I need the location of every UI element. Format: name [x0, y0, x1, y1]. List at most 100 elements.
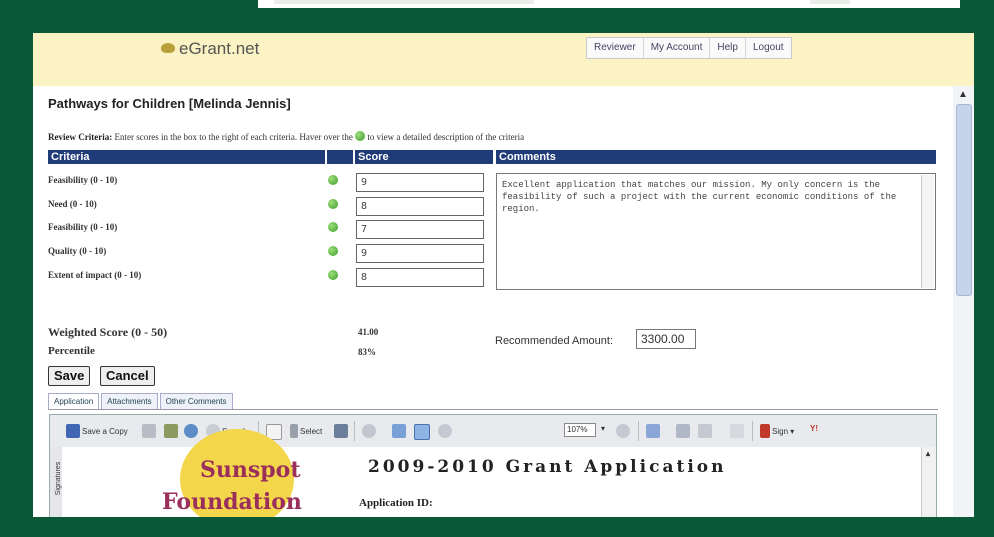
snapshot-icon[interactable]: [334, 424, 348, 438]
forms-icon[interactable]: [730, 424, 744, 438]
percentile-label: Percentile: [48, 345, 95, 357]
select-label: Select: [300, 427, 323, 436]
doc-application-id: Application ID:: [359, 497, 433, 509]
save-button[interactable]: Save: [48, 366, 91, 386]
egrant-logo-icon: [161, 43, 175, 53]
criteria-row: Extent of impact (0 - 10) 8: [48, 268, 488, 292]
fit-page-icon[interactable]: [392, 424, 406, 438]
score-input[interactable]: 9: [356, 173, 484, 192]
tab-bar: Application Attachments Other Comments: [48, 393, 235, 410]
logo-text: eGrant.net: [179, 39, 260, 58]
toolbar-separator: [638, 421, 639, 441]
top-strip-block: [274, 0, 534, 4]
sign-label: Sign: [772, 427, 789, 436]
email-icon[interactable]: [164, 424, 178, 438]
criteria-row: Feasibility (0 - 10) 9: [48, 173, 488, 197]
score-input[interactable]: 7: [356, 220, 484, 239]
save-copy-button[interactable]: Save a Copy: [66, 424, 128, 438]
cancel-button[interactable]: Cancel: [100, 366, 155, 386]
comment-icon[interactable]: [676, 424, 690, 438]
tab-attachments[interactable]: Attachments: [101, 393, 158, 410]
sign-button[interactable]: Sign ▾: [760, 424, 794, 438]
criteria-label: Feasibility (0 - 10): [48, 175, 118, 185]
instructions-label: Review Criteria:: [48, 132, 113, 142]
tab-other-comments[interactable]: Other Comments: [159, 393, 233, 410]
top-strip-block-2: [810, 0, 850, 4]
weighted-score-value: 41.00: [358, 327, 379, 337]
nav-help[interactable]: Help: [710, 38, 746, 58]
floppy-icon: [66, 424, 80, 438]
criteria-label: Feasibility (0 - 10): [48, 222, 118, 232]
nav-my-account[interactable]: My Account: [644, 38, 711, 58]
criteria-row: Quality (0 - 10) 9: [48, 244, 488, 268]
comments-scrollbar[interactable]: [921, 175, 934, 288]
zoom-out-icon[interactable]: [438, 424, 452, 438]
tab-application[interactable]: Application: [48, 393, 100, 410]
scroll-up-arrow-icon[interactable]: ▲: [958, 89, 968, 100]
criteria-info-icon[interactable]: [328, 175, 338, 185]
info-dot-icon: [355, 131, 366, 141]
comments-text: Excellent application that matches our m…: [502, 180, 897, 214]
pages-icon[interactable]: [646, 424, 660, 438]
print-icon[interactable]: [142, 424, 156, 438]
criteria-label: Quality (0 - 10): [48, 246, 107, 256]
site-logo[interactable]: eGrant.net: [161, 39, 259, 59]
top-strip-divider: [240, 0, 258, 8]
zoom-field[interactable]: 107%: [564, 423, 596, 437]
pen-icon: [760, 424, 770, 438]
criteria-label: Extent of impact (0 - 10): [48, 270, 142, 280]
main-content: Pathways for Children [Melinda Jennis] R…: [33, 86, 953, 517]
criteria-header: Criteria: [48, 150, 325, 164]
criteria-row: Feasibility (0 - 10) 7: [48, 220, 488, 244]
instructions-text-after: to view a detailed description of the cr…: [365, 132, 525, 142]
pdf-viewer: Save a Copy Search Select 10: [49, 414, 937, 517]
yahoo-toolbar-icon[interactable]: Y!: [810, 424, 818, 433]
nav-logout[interactable]: Logout: [746, 38, 791, 58]
comments-textarea[interactable]: Excellent application that matches our m…: [496, 173, 936, 290]
nav-reviewer[interactable]: Reviewer: [587, 38, 644, 58]
undo-icon[interactable]: [698, 424, 712, 438]
scroll-up-icon[interactable]: ▴: [926, 449, 930, 458]
criteria-info-icon[interactable]: [328, 199, 338, 209]
fit-width-icon[interactable]: [414, 424, 430, 440]
score-input[interactable]: 8: [356, 197, 484, 216]
score-input[interactable]: 8: [356, 268, 484, 287]
top-nav: Reviewer My Account Help Logout: [586, 37, 792, 59]
collaborate-icon[interactable]: [184, 424, 198, 438]
criteria-info-icon[interactable]: [328, 270, 338, 280]
zoom-dropdown-icon[interactable]: ▾: [601, 424, 605, 433]
text-cursor-icon: [290, 424, 298, 438]
criteria-row: Need (0 - 10) 8: [48, 197, 488, 221]
select-tool-button[interactable]: Select: [290, 424, 322, 438]
zoom-in-icon[interactable]: [616, 424, 630, 438]
pdf-scrollbar[interactable]: ▴: [921, 447, 936, 517]
page-title: Pathways for Children [Melinda Jennis]: [48, 96, 291, 111]
scrollbar-thumb[interactable]: [956, 104, 972, 296]
doc-logo-line1: Sunspot: [200, 457, 301, 483]
recommended-amount-label: Recommended Amount:: [495, 335, 614, 347]
toolbar-separator: [354, 421, 355, 441]
score-header: Score: [355, 150, 493, 164]
pdf-toolbar: Save a Copy Search Select 10: [50, 415, 936, 448]
toolbar-separator: [752, 421, 753, 441]
browser-frame: eGrant.net Reviewer My Account Help Logo…: [33, 33, 974, 517]
review-instructions: Review Criteria: Enter scores in the box…: [48, 131, 524, 142]
weighted-score-label: Weighted Score (0 - 50): [48, 325, 168, 339]
criteria-header-spacer: [327, 150, 353, 164]
comments-header: Comments: [496, 150, 936, 164]
doc-title: 2009-2010 Grant Application: [368, 457, 727, 477]
zoom-icon[interactable]: [362, 424, 376, 438]
site-header: eGrant.net Reviewer My Account Help Logo…: [33, 33, 974, 86]
save-copy-label: Save a Copy: [82, 427, 128, 436]
tab-divider: [48, 409, 938, 410]
pdf-page: Sunspot Foundation 2009-2010 Grant Appli…: [62, 429, 922, 517]
criteria-info-icon[interactable]: [328, 246, 338, 256]
criteria-info-icon[interactable]: [328, 222, 338, 232]
score-input[interactable]: 9: [356, 244, 484, 263]
percentile-value: 83%: [358, 347, 376, 357]
doc-logo-line2: Foundation: [162, 489, 302, 515]
top-strip: [240, 0, 960, 8]
recommended-amount-input[interactable]: 3300.00: [636, 329, 696, 349]
page-scrollbar[interactable]: ▲: [953, 86, 974, 517]
instructions-text-before: Enter scores in the box to the right of …: [112, 132, 356, 142]
